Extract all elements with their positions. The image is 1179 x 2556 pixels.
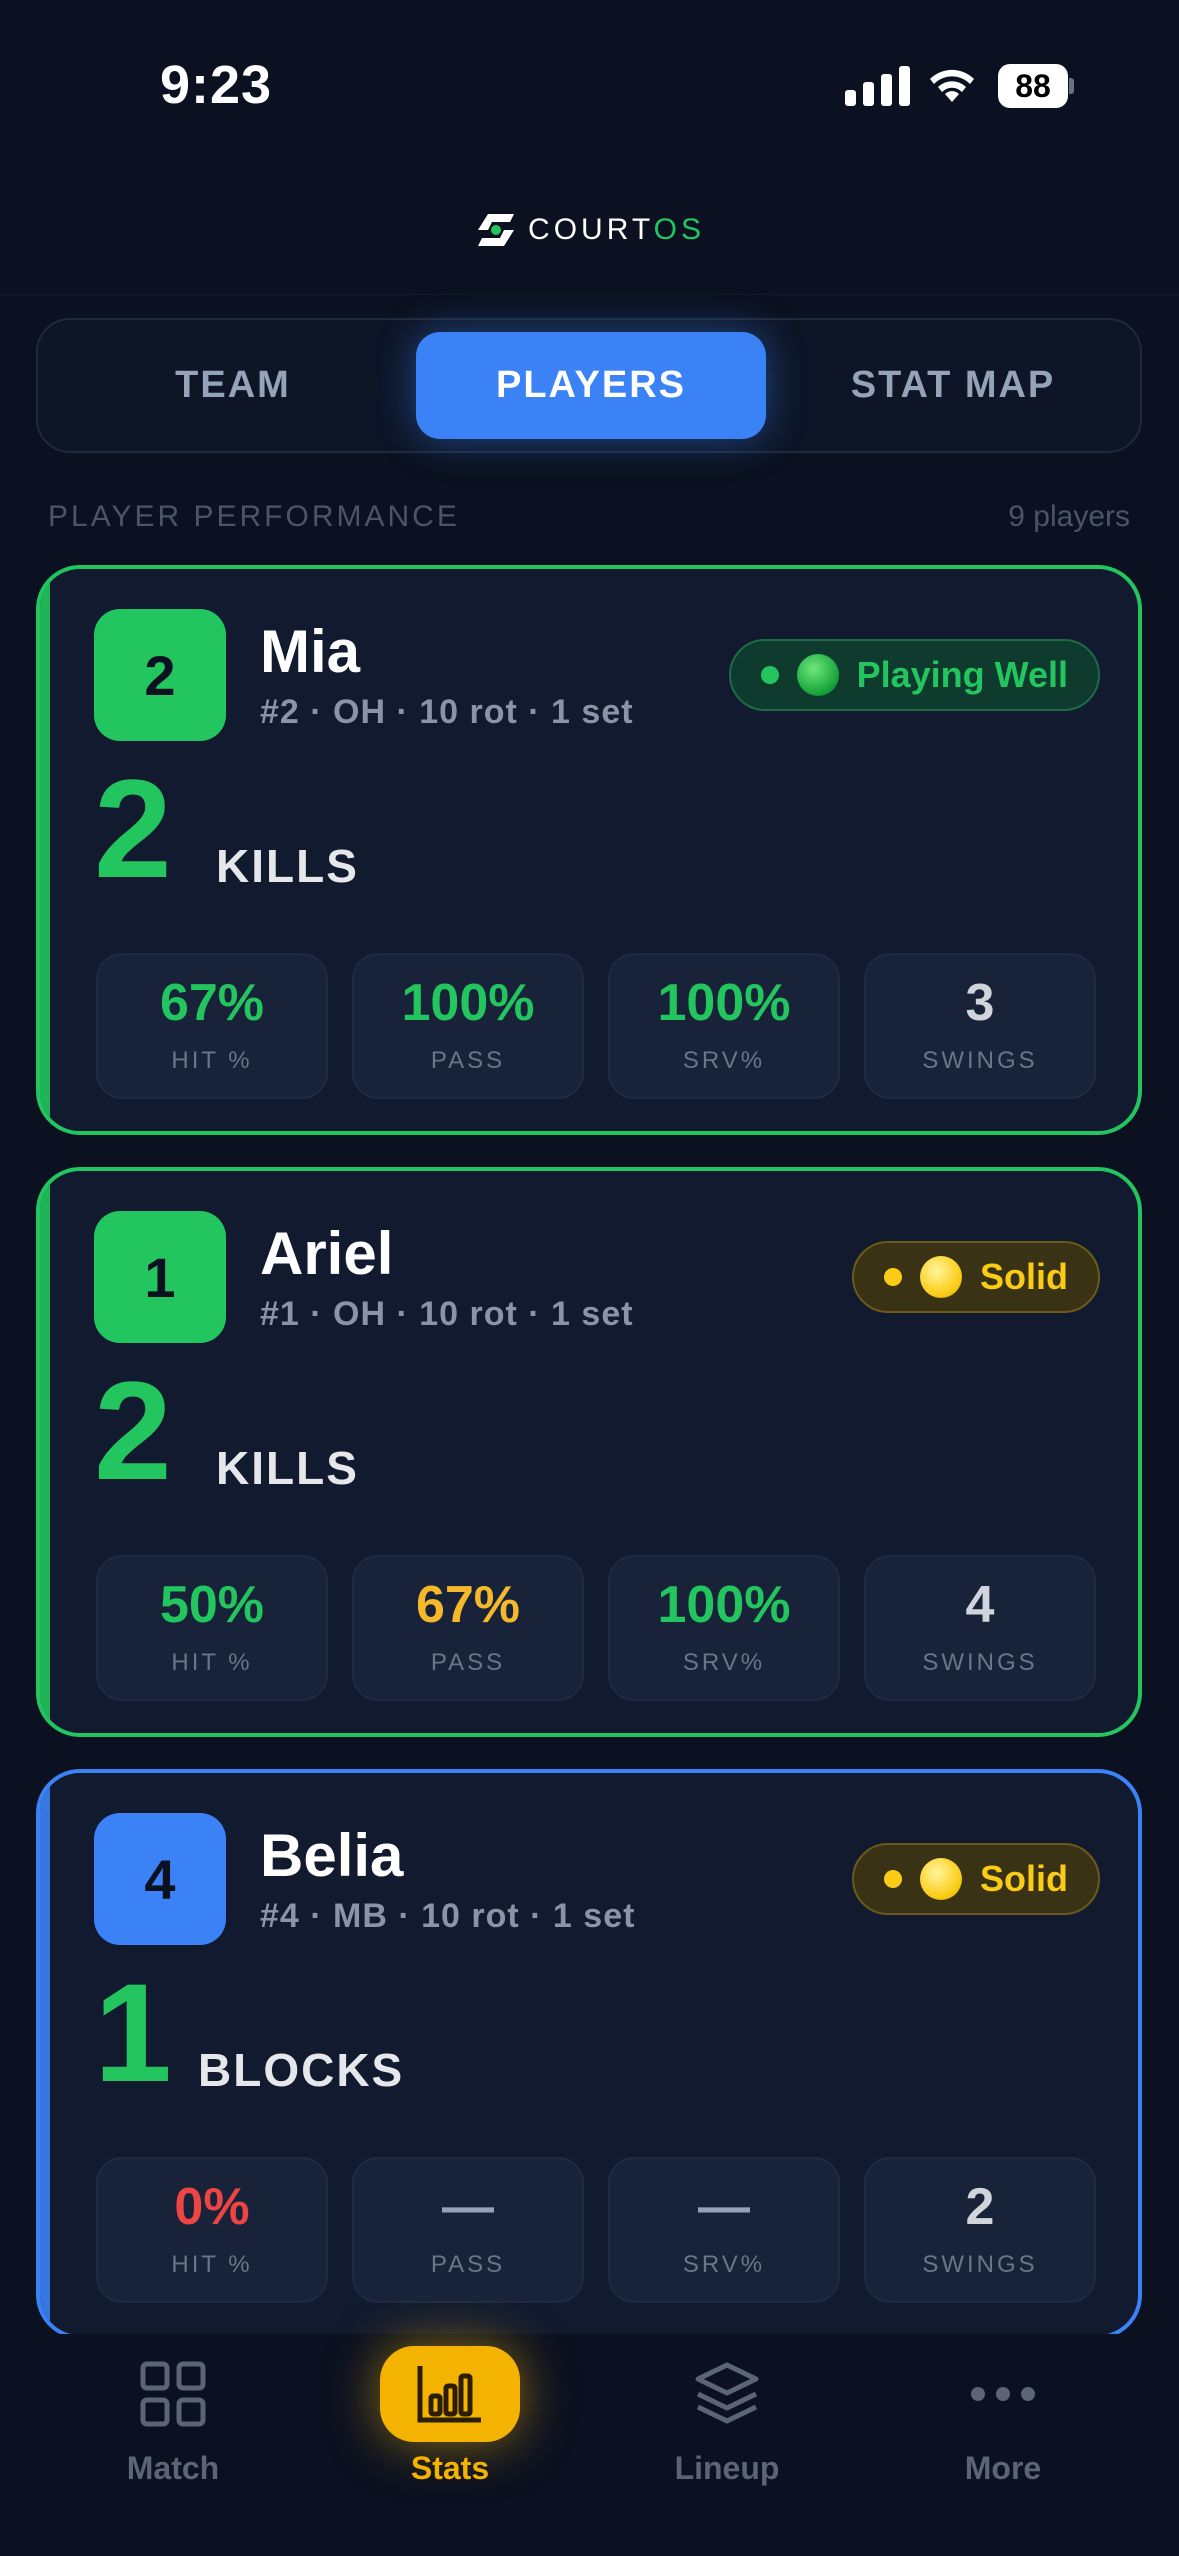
app-logo: COURTOS — [474, 210, 705, 250]
status-dot-icon — [884, 1268, 902, 1286]
status-label: Playing Well — [856, 654, 1068, 695]
primary-stat-label: KILLS — [216, 840, 359, 892]
battery-icon: 88 — [998, 64, 1074, 108]
status-dot-icon — [884, 1870, 902, 1888]
stat-tile-hit: 67% HIT % — [96, 953, 328, 1099]
status-label: Solid — [980, 1256, 1068, 1297]
stat-tile-swings: 3 SWINGS — [864, 953, 1096, 1099]
tab-match[interactable]: Match — [48, 2334, 298, 2494]
tab-stat-map[interactable]: STAT MAP — [778, 332, 1128, 439]
player-name: Ariel — [260, 1220, 394, 1287]
primary-stat-label: KILLS — [216, 1442, 359, 1494]
tab-players[interactable]: PLAYERS — [416, 332, 766, 439]
layers-icon — [657, 2346, 797, 2442]
player-card[interactable]: 1 Ariel #1 · OH · 10 rot · 1 set Solid 2… — [36, 1167, 1142, 1737]
stat-tile-pass: 67% PASS — [352, 1555, 584, 1701]
more-dots-icon — [933, 2346, 1073, 2442]
app-header: COURTOS — [0, 170, 1179, 295]
bottom-tab-bar: Match Stats Lineup More — [0, 2334, 1179, 2556]
status-dot-icon — [760, 666, 779, 684]
logo-mark-icon — [478, 213, 515, 246]
stat-tile-serve: 100% SRV% — [608, 953, 840, 1099]
primary-stat-label: BLOCKS — [198, 2044, 405, 2096]
status-badge: Solid — [852, 1241, 1100, 1313]
primary-stat-value: 2 — [94, 1352, 172, 1509]
stat-tiles: 67% HIT % 100% PASS 100% SRV% 3 SWINGS — [96, 953, 1096, 1099]
grid-icon — [103, 2346, 243, 2442]
green-circle-icon — [796, 654, 839, 696]
yellow-circle-icon — [920, 1858, 962, 1900]
stat-tile-serve: 100% SRV% — [608, 1555, 840, 1701]
battery-level: 88 — [998, 64, 1068, 108]
stat-tile-swings: 2 SWINGS — [864, 2157, 1096, 2303]
stat-tile-hit: 0% HIT % — [96, 2157, 328, 2303]
tab-team[interactable]: TEAM — [68, 332, 398, 439]
primary-stat-value: 2 — [94, 750, 172, 907]
stat-tile-serve: — SRV% — [608, 2157, 840, 2303]
status-time: 9:23 — [160, 55, 273, 115]
section-header: PLAYER PERFORMANCE 9 players — [48, 500, 1130, 534]
stat-tile-pass: — PASS — [352, 2157, 584, 2303]
section-title: PLAYER PERFORMANCE — [48, 500, 460, 533]
player-meta: #4 · MB · 10 rot · 1 set — [260, 1897, 636, 1935]
bar-chart-icon — [380, 2346, 520, 2442]
tab-more[interactable]: More — [878, 2334, 1128, 2494]
primary-stat-value: 1 — [94, 1954, 172, 2111]
wifi-icon — [930, 69, 974, 102]
stat-tile-swings: 4 SWINGS — [864, 1555, 1096, 1701]
stat-tiles: 50% HIT % 67% PASS 100% SRV% 4 SWINGS — [96, 1555, 1096, 1701]
status-label: Solid — [980, 1858, 1068, 1899]
stat-tiles: 0% HIT % — PASS — SRV% 2 SWINGS — [96, 2157, 1096, 2303]
cellular-signal-icon — [845, 64, 910, 106]
player-name: Mia — [260, 618, 361, 685]
tab-stats[interactable]: Stats — [325, 2334, 575, 2494]
status-badge: Solid — [852, 1843, 1100, 1915]
stat-tile-pass: 100% PASS — [352, 953, 584, 1099]
player-card[interactable]: 4 Belia #4 · MB · 10 rot · 1 set Solid 1… — [36, 1769, 1142, 2339]
jersey-number-badge: 1 — [94, 1211, 226, 1343]
stat-tile-hit: 50% HIT % — [96, 1555, 328, 1701]
status-bar: 9:23 88 — [0, 0, 1179, 170]
player-meta: #1 · OH · 10 rot · 1 set — [260, 1295, 634, 1333]
status-badge: Playing Well — [728, 639, 1100, 711]
yellow-circle-icon — [920, 1256, 962, 1298]
player-meta: #2 · OH · 10 rot · 1 set — [260, 693, 634, 731]
player-count: 9 players — [1008, 500, 1130, 533]
player-card[interactable]: 2 Mia #2 · OH · 10 rot · 1 set Playing W… — [36, 565, 1142, 1135]
view-segmented-control: TEAM PLAYERS STAT MAP — [36, 318, 1142, 453]
logo-text: COURTOS — [528, 212, 705, 246]
jersey-number-badge: 2 — [94, 609, 226, 741]
player-name: Belia — [260, 1822, 404, 1889]
tab-lineup[interactable]: Lineup — [602, 2334, 852, 2494]
jersey-number-badge: 4 — [94, 1813, 226, 1945]
